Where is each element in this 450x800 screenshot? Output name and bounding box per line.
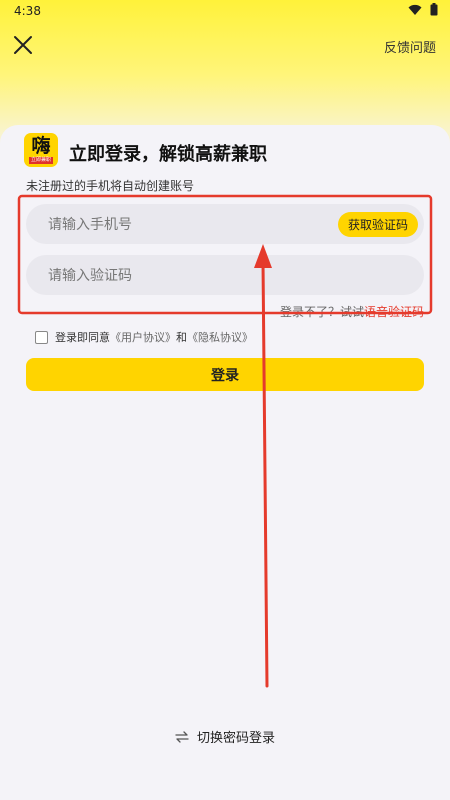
agree-checkbox[interactable] <box>35 330 48 344</box>
status-time: 4:38 <box>14 4 41 18</box>
status-bar: 4:38 <box>0 0 450 22</box>
code-input[interactable] <box>46 255 350 297</box>
logo-char: 嗨 <box>31 135 51 157</box>
phone-input[interactable] <box>46 204 350 246</box>
wifi-icon <box>408 4 422 15</box>
logo-subtext: 立即兼职 <box>28 157 53 164</box>
feedback-link[interactable]: 反馈问题 <box>384 37 436 56</box>
page-subtitle: 未注册过的手机将自动创建账号 <box>26 179 195 193</box>
battery-icon <box>430 3 438 16</box>
switch-password-login[interactable]: 切换密码登录 <box>0 727 450 746</box>
agreement-and: 和 <box>176 331 187 344</box>
voice-code-hint: 登录不了？试试语音验证码 <box>280 303 424 320</box>
app-logo: 嗨 立即兼职 <box>24 133 58 167</box>
switch-icon <box>175 730 189 743</box>
close-icon <box>14 36 32 54</box>
agreement-prefix: 登录即同意 <box>55 331 110 344</box>
status-icons <box>408 3 438 16</box>
voice-code-prefix: 登录不了？试试 <box>279 305 364 319</box>
code-field[interactable] <box>26 255 424 297</box>
login-button[interactable]: 登录 <box>26 358 424 391</box>
phone-field[interactable]: 获取验证码 <box>26 204 424 246</box>
get-code-button[interactable]: 获取验证码 <box>337 212 418 237</box>
page-title: 立即登录，解锁高薪兼职 <box>69 144 267 165</box>
privacy-agreement-link[interactable]: 《隐私协议》 <box>187 329 253 345</box>
agreement-row: 登录即同意 《用户协议》 和 《隐私协议》 <box>35 329 253 345</box>
user-agreement-link[interactable]: 《用户协议》 <box>110 329 176 345</box>
switch-login-label: 切换密码登录 <box>196 731 275 746</box>
voice-code-link[interactable]: 语音验证码 <box>364 305 424 319</box>
close-button[interactable] <box>10 32 36 58</box>
